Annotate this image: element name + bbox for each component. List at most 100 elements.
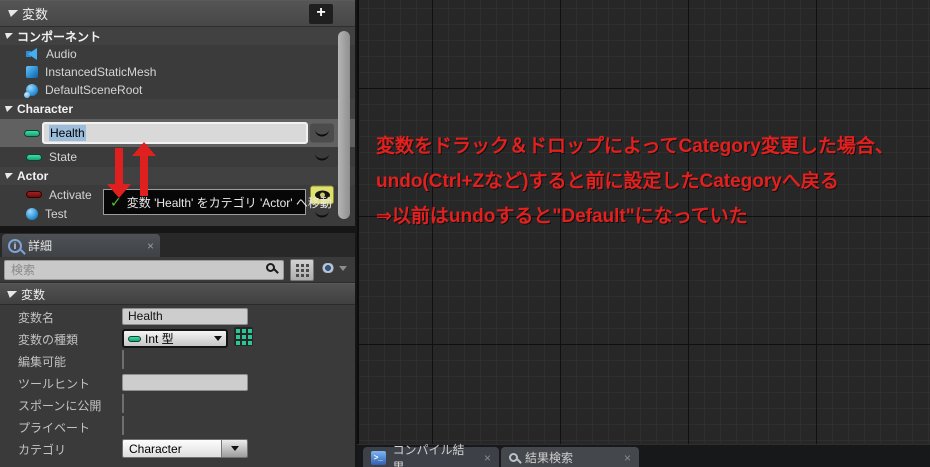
add-variable-button[interactable]: + <box>309 4 333 24</box>
tab-label: 結果検索 <box>525 451 574 465</box>
caret-down-icon <box>4 290 18 298</box>
variables-section-title: 変数 <box>22 7 49 22</box>
blueprint-graph-canvas[interactable]: 変数をドラック＆ドロップによってCategory変更した場合、 undo(Ctr… <box>357 0 930 444</box>
category-character[interactable]: Character <box>0 99 355 119</box>
component-item-label: Audio <box>46 47 77 61</box>
console-icon: >_ <box>371 450 386 465</box>
row-tooltip: ツールヒント <box>0 371 355 393</box>
blueprint-editor: 変数 + コンポーネント Audio InstancedStaticMesh D… <box>0 0 930 467</box>
caret-down-icon <box>5 10 19 17</box>
visibility-toggle[interactable] <box>310 123 334 143</box>
variable-row-state[interactable]: State <box>0 147 355 167</box>
variable-type-dropdown[interactable]: Int 型 <box>122 329 228 348</box>
details-search-row <box>0 257 355 283</box>
row-category: カテゴリ Character <box>0 437 355 459</box>
search-icon <box>509 453 518 462</box>
annotation-line-3: ⇒以前はundoすると"Default"になっていた <box>376 206 748 227</box>
tooltip-input[interactable] <box>122 373 248 391</box>
visibility-toggle[interactable] <box>310 148 334 167</box>
int-type-pill-icon <box>128 335 141 342</box>
eye-closed-icon <box>315 130 329 137</box>
details-tabbar: i 詳細 × <box>0 233 355 257</box>
int-variable-pill-icon <box>24 129 40 137</box>
component-item-default-scene-root[interactable]: DefaultSceneRoot <box>0 81 355 99</box>
caret-down-icon <box>3 173 13 179</box>
caret-down-icon <box>3 33 13 39</box>
bool-variable-pill-icon <box>26 191 42 198</box>
grid-icon <box>295 263 299 267</box>
section-title: 変数 <box>21 287 46 302</box>
tab-compile-results[interactable]: >_ コンパイル結果 × <box>363 443 499 467</box>
tab-details[interactable]: i 詳細 × <box>2 234 160 257</box>
variable-row-health[interactable]: Health <box>0 119 355 147</box>
category-dropdown[interactable]: Character <box>122 439 248 458</box>
annotation-line-1: 変数をドラック＆ドロップによってCategory変更した場合、 <box>376 136 894 157</box>
property-label: カテゴリ <box>18 443 67 457</box>
property-matrix-button[interactable] <box>290 259 314 281</box>
row-variable-type: 変数の種類 Int 型 <box>0 327 355 349</box>
container-type-button[interactable] <box>234 327 253 346</box>
search-input[interactable] <box>4 260 284 280</box>
chevron-down-icon <box>230 446 239 451</box>
type-value: Int 型 <box>145 332 174 346</box>
row-variable-name: 変数名 <box>0 305 355 327</box>
row-private: プライベート <box>0 415 355 437</box>
int-variable-pill-icon <box>26 153 42 161</box>
array-grid-icon <box>235 328 240 333</box>
annotation-arrows <box>107 142 156 198</box>
object-variable-icon <box>26 207 38 220</box>
property-grid: 変数名 変数の種類 Int 型 編集可能 <box>0 305 355 459</box>
property-label: 編集可能 <box>18 355 67 369</box>
property-label: スポーンに公開 <box>18 399 102 413</box>
editable-checkbox[interactable] <box>122 350 124 369</box>
component-item-label: InstancedStaticMesh <box>45 65 157 79</box>
audio-component-icon <box>26 48 39 60</box>
component-item-label: DefaultSceneRoot <box>45 83 143 97</box>
my-blueprint-panel: 変数 + コンポーネント Audio InstancedStaticMesh D… <box>0 0 355 226</box>
component-item-instanced-static-mesh[interactable]: InstancedStaticMesh <box>0 63 355 81</box>
category-actor[interactable]: Actor <box>0 167 355 185</box>
category-label: Actor <box>17 169 49 183</box>
variable-label: Test <box>45 206 68 221</box>
annotation-line-2: undo(Ctrl+Zなど)すると前に設定したCategoryへ戻る <box>376 171 839 192</box>
property-label: 変数の種類 <box>18 333 79 347</box>
private-checkbox[interactable] <box>122 416 124 435</box>
caret-down-icon <box>3 106 13 112</box>
variable-label: State <box>49 150 78 164</box>
eye-closed-icon <box>315 210 329 217</box>
property-label: プライベート <box>18 421 91 435</box>
component-item-audio[interactable]: Audio <box>0 45 355 63</box>
property-label: 変数名 <box>18 311 55 325</box>
details-panel: i 詳細 × 変数 変数名 <box>0 233 355 467</box>
category-value: Character <box>123 440 221 457</box>
chevron-down-icon <box>214 336 222 341</box>
vertical-scrollbar[interactable] <box>338 31 350 219</box>
variables-section-header[interactable]: 変数 + <box>0 1 355 27</box>
property-label: ツールヒント <box>18 377 91 391</box>
tab-label: コンパイル結果 <box>392 442 465 467</box>
view-options-button[interactable] <box>320 263 347 273</box>
tab-label: 詳細 <box>28 239 53 253</box>
category-components[interactable]: コンポーネント <box>0 27 355 45</box>
tab-find-results[interactable]: 結果検索 × <box>501 447 639 467</box>
category-label: Character <box>17 102 74 116</box>
selected-text: Health <box>49 125 86 141</box>
expose-on-spawn-checkbox[interactable] <box>122 394 124 413</box>
dropdown-button[interactable] <box>221 440 247 457</box>
search-icon <box>266 263 275 272</box>
category-label: コンポーネント <box>17 29 102 44</box>
close-icon[interactable]: × <box>614 451 631 465</box>
details-variable-section-header[interactable]: 変数 <box>0 283 355 305</box>
close-icon[interactable]: × <box>147 239 154 253</box>
close-icon[interactable]: × <box>474 451 491 465</box>
scene-root-component-icon <box>24 84 38 98</box>
variable-name-edit-field[interactable]: Health <box>42 122 308 144</box>
chevron-down-icon <box>339 265 347 271</box>
variable-label: Activate <box>49 187 92 202</box>
eye-closed-icon <box>315 154 329 161</box>
variable-name-input[interactable] <box>122 307 248 325</box>
eye-icon <box>320 263 336 273</box>
details-info-icon: i <box>8 238 22 253</box>
row-editable: 編集可能 <box>0 349 355 371</box>
row-expose-on-spawn: スポーンに公開 <box>0 393 355 415</box>
